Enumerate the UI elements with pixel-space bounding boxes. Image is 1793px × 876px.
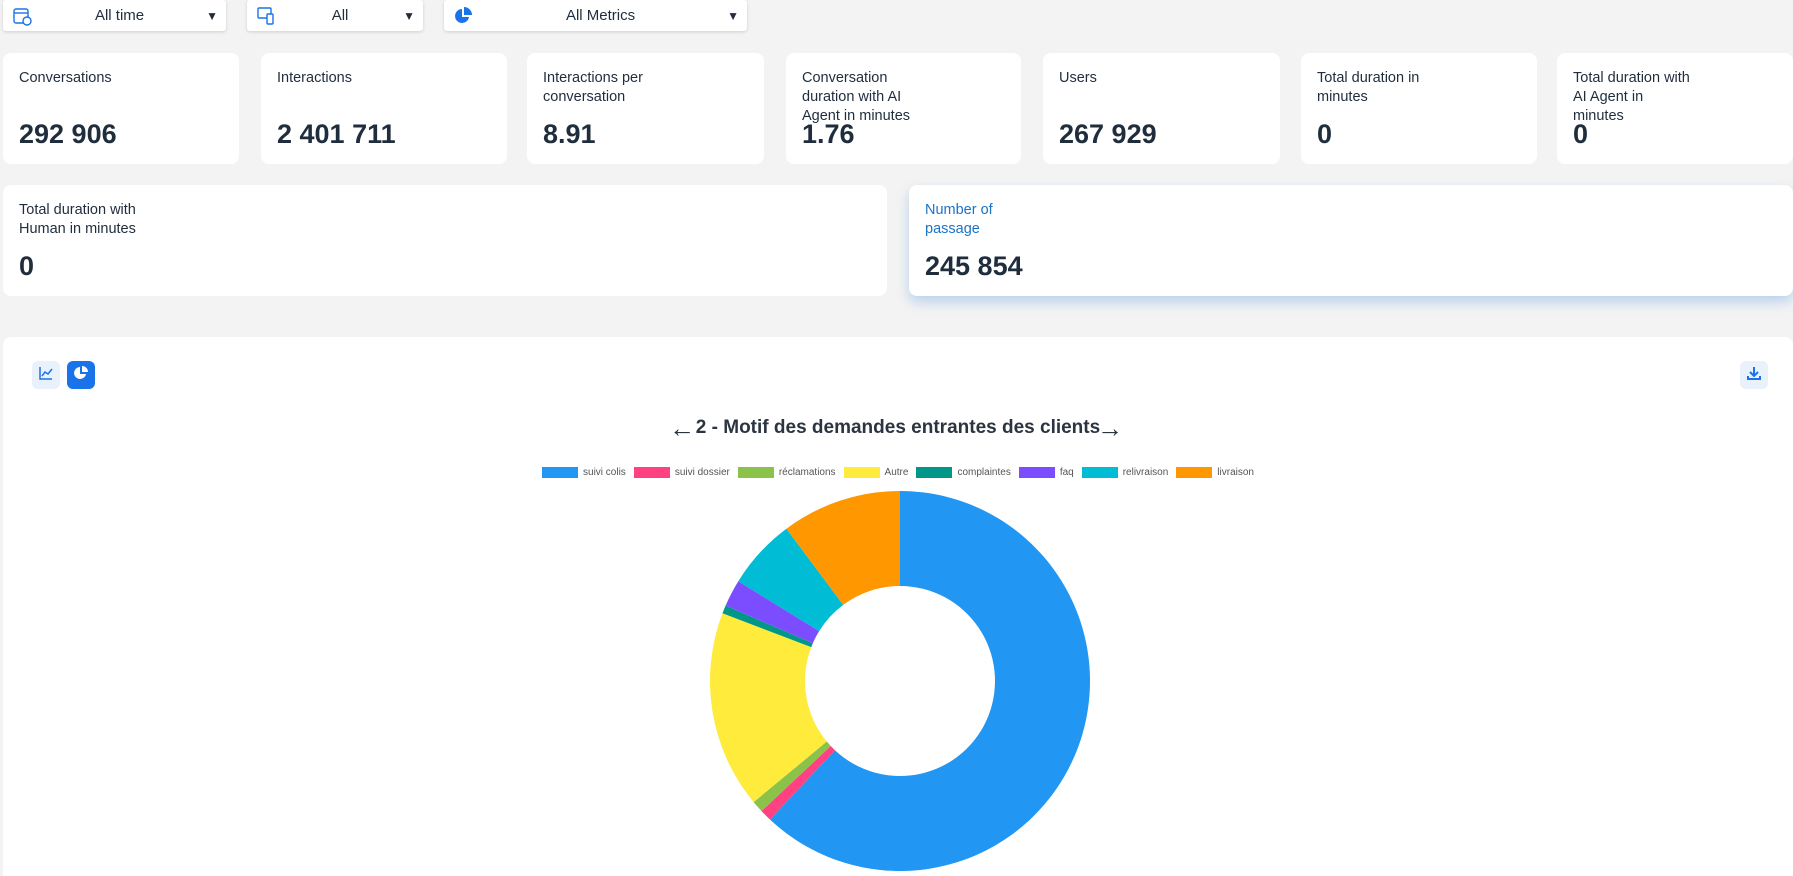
chart-panel: 2 - Motif des demandes entrantes des cli… xyxy=(3,337,1793,876)
legend-swatch xyxy=(843,467,880,478)
pie-slice-Autre[interactable] xyxy=(710,613,827,803)
download-button[interactable] xyxy=(1740,361,1768,389)
line-chart-icon xyxy=(38,365,54,386)
metric-card-interactions: Interactions 2 401 711 xyxy=(261,53,507,164)
chevron-down-icon: ▼ xyxy=(403,8,415,23)
time-filter-dropdown[interactable]: All time ▼ xyxy=(3,0,226,31)
pie-chart-icon xyxy=(73,365,89,386)
legend-label: Autre xyxy=(884,467,909,478)
chevron-down-icon: ▼ xyxy=(206,8,218,23)
legend-swatch xyxy=(633,467,670,478)
legend-swatch xyxy=(916,467,953,478)
chevron-down-icon: ▼ xyxy=(727,8,739,23)
metric-value: 292 906 xyxy=(19,119,117,149)
metric-card-human-duration: Total duration with Human in minutes 0 xyxy=(3,185,887,296)
pie-chart-icon xyxy=(452,5,474,27)
chart-legend: suivi colis suivi dossier réclamations Autr… xyxy=(3,467,1793,478)
legend-swatch xyxy=(542,467,579,478)
metrics-filter-value: All Metrics xyxy=(565,7,636,24)
metric-card-ai-duration: Conversation duration with AI Agent in m… xyxy=(786,53,1021,164)
next-chart-arrow[interactable]: → xyxy=(1097,413,1123,444)
metric-value: 267 929 xyxy=(1059,119,1157,149)
line-chart-toggle[interactable] xyxy=(32,361,60,389)
previous-chart-arrow[interactable]: ← xyxy=(669,413,695,444)
legend-swatch xyxy=(1018,467,1055,478)
metric-card-total-ai-duration: Total duration with AI Agent in minutes 0 xyxy=(1557,53,1793,164)
legend-item[interactable]: suivi dossier xyxy=(633,467,730,478)
metric-value: 245 854 xyxy=(925,251,1023,281)
pie-slice-suivi-colis[interactable] xyxy=(769,491,1091,871)
legend-swatch xyxy=(1081,467,1118,478)
chart-title: 2 - Motif des demandes entrantes des cli… xyxy=(695,417,1101,438)
metric-value: 2 401 711 xyxy=(277,119,396,149)
calendar-icon xyxy=(11,5,33,27)
pie-slice-réclamations[interactable] xyxy=(753,741,831,812)
time-filter-value: All time xyxy=(94,7,145,24)
legend-item[interactable]: réclamations xyxy=(737,467,836,478)
pie-slice-faq[interactable] xyxy=(725,581,820,644)
legend-label: suivi dossier xyxy=(674,467,730,478)
legend-label: réclamations xyxy=(778,467,836,478)
legend-item[interactable]: Autre xyxy=(843,467,909,478)
metric-card-users: Users 267 929 xyxy=(1043,53,1280,164)
channel-filter-value: All xyxy=(331,7,349,24)
legend-swatch xyxy=(737,467,774,478)
legend-label: relivraison xyxy=(1122,467,1169,478)
legend-item[interactable]: suivi colis xyxy=(542,467,626,478)
metric-value: 8.91 xyxy=(543,119,596,149)
metric-card-interactions-per-conversation: Interactions per conversation 8.91 xyxy=(527,53,764,164)
pie-slice-complaintes[interactable] xyxy=(722,605,813,648)
metric-card-conversations: Conversations 292 906 xyxy=(3,53,239,164)
pie-chart-toggle[interactable] xyxy=(67,361,95,389)
metric-value: 1.76 xyxy=(802,119,855,149)
download-icon xyxy=(1746,365,1762,386)
legend-item[interactable]: faq xyxy=(1018,467,1074,478)
legend-label: faq xyxy=(1059,467,1074,478)
legend-item[interactable]: relivraison xyxy=(1081,467,1169,478)
legend-label: livraison xyxy=(1217,467,1254,478)
metric-label: Total duration in minutes xyxy=(1317,70,1420,105)
legend-swatch xyxy=(1176,467,1213,478)
pie-slice-suivi-dossier[interactable] xyxy=(761,746,835,820)
devices-icon xyxy=(255,5,277,27)
legend-label: suivi colis xyxy=(583,467,626,478)
legend-label: complaintes xyxy=(957,467,1011,478)
channel-filter-dropdown[interactable]: All ▼ xyxy=(247,0,423,31)
pie-slice-livraison[interactable] xyxy=(786,491,900,605)
metric-label: Total duration with Human in minutes xyxy=(19,202,136,237)
metric-label: Total duration with AI Agent in minutes xyxy=(1573,70,1690,124)
pie-slice-relivraison[interactable] xyxy=(738,528,844,632)
metrics-filter-dropdown[interactable]: All Metrics ▼ xyxy=(444,0,747,31)
legend-item[interactable]: livraison xyxy=(1176,467,1254,478)
legend-item[interactable]: complaintes xyxy=(916,467,1011,478)
metric-value: 0 xyxy=(1573,119,1589,149)
metric-value: 0 xyxy=(1317,119,1333,149)
metric-card-total-duration: Total duration in minutes 0 xyxy=(1301,53,1537,164)
metric-card-passages[interactable]: Number of passage 245 854 xyxy=(909,185,1793,296)
metric-value: 0 xyxy=(19,251,35,281)
